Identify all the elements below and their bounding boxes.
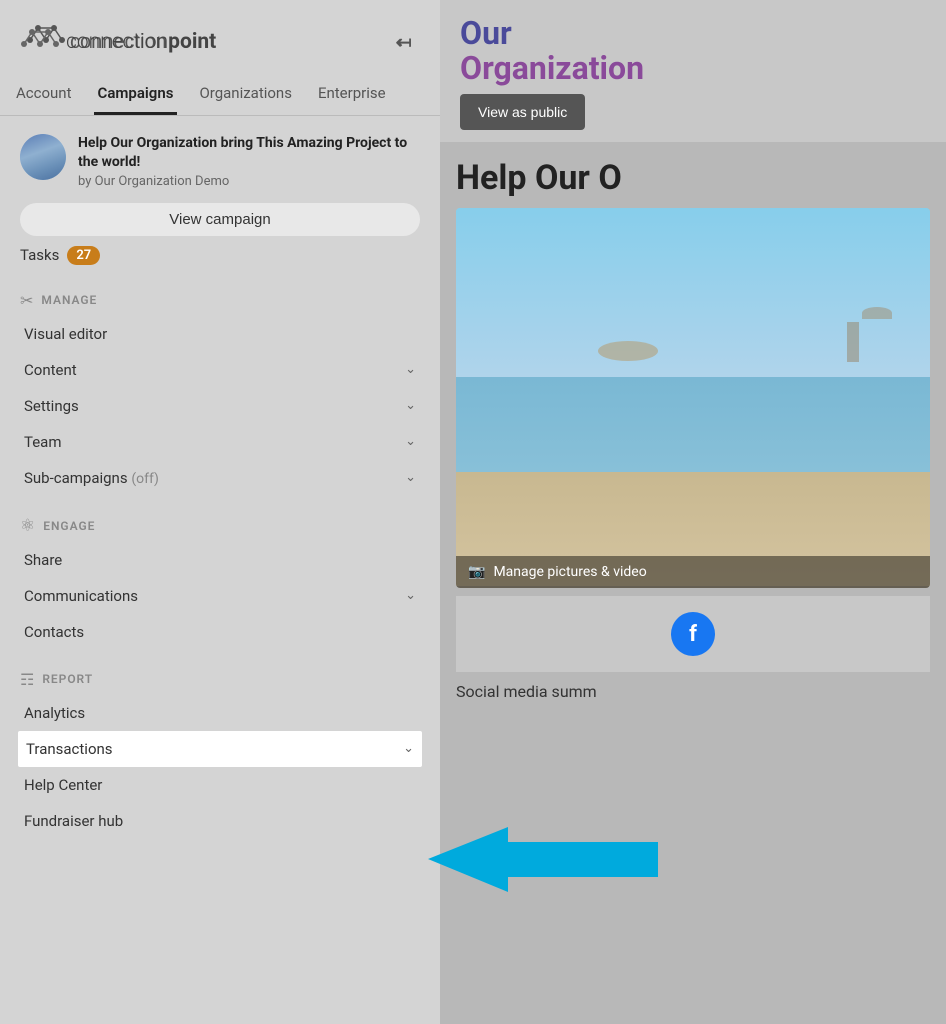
camera-icon: 📷 xyxy=(468,564,485,580)
org-header: Our Organization View as public xyxy=(440,0,946,142)
fb-section: f xyxy=(456,596,930,672)
chevron-down-icon: ⌄ xyxy=(405,434,416,449)
org-title-organization: Organization xyxy=(460,51,926,86)
avatar-image xyxy=(20,134,66,180)
chevron-down-icon: ⌄ xyxy=(405,362,416,377)
arrow-annotation xyxy=(428,827,658,896)
logo-full-text: connectionpoint xyxy=(66,30,216,54)
tab-enterprise[interactable]: Enterprise xyxy=(314,76,390,115)
right-content: Help Our O 📷 Manage pictures & video f xyxy=(440,142,946,705)
campaign-org: by Our Organization Demo xyxy=(78,174,420,189)
engage-icon: ⚛ xyxy=(20,516,35,536)
facebook-icon[interactable]: f xyxy=(671,612,715,656)
menu-item-share[interactable]: Share xyxy=(20,542,420,578)
tasks-label: Tasks xyxy=(20,246,59,264)
menu-item-content[interactable]: Content ⌄ xyxy=(20,352,420,388)
report-label: REPORT xyxy=(42,672,93,686)
collapse-icon[interactable]: ↤ xyxy=(389,28,420,57)
org-title: Our Organization xyxy=(460,16,926,86)
campaign-title: Help Our Organization bring This Amazing… xyxy=(78,134,420,172)
chevron-down-icon: ⌄ xyxy=(405,398,416,413)
umbrella-pole xyxy=(847,322,859,362)
manage-label: MANAGE xyxy=(41,293,97,307)
umbrella-top xyxy=(862,307,892,319)
social-media-label: Social media summ xyxy=(456,672,930,705)
logo-point: point xyxy=(168,30,216,54)
tasks-row: Tasks 27 xyxy=(20,244,420,271)
chevron-down-icon: ⌄ xyxy=(405,470,416,485)
chevron-down-icon: ⌄ xyxy=(403,741,414,756)
campaign-info: Help Our Organization bring This Amazing… xyxy=(78,134,420,189)
menu-item-contacts[interactable]: Contacts xyxy=(20,614,420,650)
beach-image: 📷 Manage pictures & video xyxy=(456,208,930,588)
view-campaign-button[interactable]: View campaign xyxy=(20,203,420,236)
menu-item-transactions[interactable]: Transactions ⌄ xyxy=(18,731,422,767)
campaign-item: Help Our Organization bring This Amazing… xyxy=(20,134,420,189)
help-our-heading: Help Our O xyxy=(456,142,930,208)
manage-header: ✂ MANAGE xyxy=(20,291,420,310)
beach-overlay: 📷 Manage pictures & video xyxy=(456,556,930,588)
report-header: ☶ REPORT xyxy=(20,670,420,689)
avatar xyxy=(20,134,66,180)
arrow-svg xyxy=(428,827,658,892)
campaign-section: Help Our Organization bring This Amazing… xyxy=(0,116,440,271)
menu-item-sub-campaigns[interactable]: Sub-campaigns (off) ⌄ xyxy=(20,460,420,496)
tab-organizations[interactable]: Organizations xyxy=(195,76,296,115)
menu-item-communications[interactable]: Communications ⌄ xyxy=(20,578,420,614)
manage-section: ✂ MANAGE Visual editor Content ⌄ Setting… xyxy=(0,271,440,496)
menu-item-fundraiser-hub[interactable]: Fundraiser hub xyxy=(20,803,420,839)
menu-item-analytics[interactable]: Analytics xyxy=(20,695,420,731)
menu-item-help-center[interactable]: Help Center xyxy=(20,767,420,803)
menu-item-visual-editor[interactable]: Visual editor xyxy=(20,316,420,352)
logo-nodes-icon xyxy=(18,24,62,60)
nav-tabs: Account Campaigns Organizations Enterpri… xyxy=(0,66,440,116)
menu-item-team[interactable]: Team ⌄ xyxy=(20,424,420,460)
engage-section: ⚛ ENGAGE Share Communications ⌄ Contacts xyxy=(0,496,440,650)
org-title-our: Our xyxy=(460,16,926,51)
tab-account[interactable]: Account xyxy=(12,76,76,115)
report-section: ☶ REPORT Analytics Transactions ⌄ Help C… xyxy=(0,650,440,839)
report-icon: ☶ xyxy=(20,670,34,689)
manage-icon: ✂ xyxy=(20,291,33,310)
logo-text-area: connectionpoint ↤ xyxy=(0,24,440,60)
main-wrapper: connection ↤ xyxy=(0,0,946,1024)
menu-item-settings[interactable]: Settings ⌄ xyxy=(20,388,420,424)
logo-connection: connection xyxy=(66,30,168,54)
sidebar: connection ↤ xyxy=(0,0,440,1024)
engage-label: ENGAGE xyxy=(43,519,95,533)
tasks-badge: 27 xyxy=(67,246,100,265)
chevron-down-icon: ⌄ xyxy=(405,588,416,603)
engage-header: ⚛ ENGAGE xyxy=(20,516,420,536)
view-as-public-button[interactable]: View as public xyxy=(460,94,585,130)
beach-water xyxy=(456,377,930,472)
tab-campaigns[interactable]: Campaigns xyxy=(94,76,178,115)
manage-pics-label: Manage pictures & video xyxy=(493,564,646,580)
